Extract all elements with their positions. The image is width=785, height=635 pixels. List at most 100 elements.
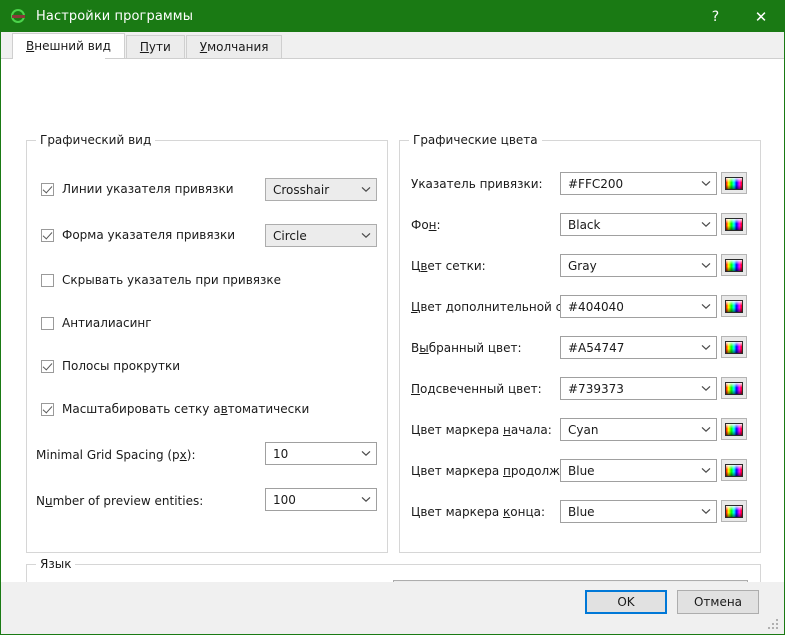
label-color-grid: Цвет сетки: — [411, 259, 486, 273]
checkbox-snap-lines-label: Линии указателя привязки — [62, 182, 234, 196]
color-picker-icon — [725, 177, 743, 190]
chevron-down-icon — [356, 186, 376, 193]
checkbox-row-snap-lines[interactable]: Линии указателя привязки — [41, 182, 234, 196]
combo-color-highlighted[interactable]: #739373 — [560, 377, 717, 400]
chevron-down-icon — [696, 508, 716, 515]
cancel-button[interactable]: Отмена — [677, 590, 759, 614]
checkbox-snap-shape-label: Форма указателя привязки — [62, 228, 235, 242]
window-title: Настройки программы — [36, 9, 193, 24]
resize-grip[interactable] — [768, 619, 780, 631]
combo-color-background[interactable]: Black — [560, 213, 717, 236]
group-graphic-colors-legend: Графические цвета — [409, 133, 542, 147]
combo-snap-line-style[interactable]: Crosshair — [265, 178, 377, 201]
tab-bar: Внешний вид Пути Умолчания — [1, 32, 784, 58]
tab-appearance[interactable]: Внешний вид — [12, 33, 125, 58]
help-button[interactable]: ? — [693, 1, 738, 32]
combo-color-snap-pointer[interactable]: #FFC200 — [560, 172, 717, 195]
color-picker-icon — [725, 259, 743, 272]
tab-defaults[interactable]: Умолчания — [186, 35, 283, 58]
checkbox-hide-cursor[interactable] — [41, 274, 54, 287]
color-picker-icon — [725, 382, 743, 395]
checkbox-antialiasing-label: Антиалиасинг — [62, 316, 152, 330]
chevron-down-icon — [696, 385, 716, 392]
combo-color-start-handle-value: Cyan — [561, 423, 696, 437]
tab-paths[interactable]: Пути — [126, 35, 185, 58]
combo-snap-shape[interactable]: Circle — [265, 224, 377, 247]
color-picker-button-middle-handle[interactable] — [721, 459, 747, 481]
combo-color-background-value: Black — [561, 218, 696, 232]
chevron-down-icon — [696, 221, 716, 228]
combo-color-grid-value: Gray — [561, 259, 696, 273]
combo-color-selected-value: #A54747 — [561, 341, 696, 355]
ok-button[interactable]: OK — [585, 590, 667, 614]
color-picker-button-start-handle[interactable] — [721, 418, 747, 440]
checkbox-antialiasing[interactable] — [41, 317, 54, 330]
checkbox-row-snap-shape[interactable]: Форма указателя привязки — [41, 228, 235, 242]
checkbox-row-auto-scale-grid[interactable]: Масштабировать сетку автоматически — [41, 402, 309, 416]
checkbox-scrollbars[interactable] — [41, 360, 54, 373]
settings-dialog-window: Настройки программы ? ✕ Внешний вид Пути… — [0, 0, 785, 635]
combo-color-end-handle[interactable]: Blue — [560, 500, 717, 523]
color-picker-button-snap-pointer[interactable] — [721, 172, 747, 194]
chevron-down-icon — [356, 450, 376, 457]
combo-preview-entities-value: 100 — [266, 493, 356, 507]
checkbox-row-hide-cursor[interactable]: Скрывать указатель при привязке — [41, 273, 281, 287]
group-graphic-view-legend: Графический вид — [36, 133, 155, 147]
label-minimal-grid-spacing: Minimal Grid Spacing (px): — [36, 448, 196, 462]
color-picker-button-grid[interactable] — [721, 254, 747, 276]
combo-color-start-handle[interactable]: Cyan — [560, 418, 717, 441]
combo-color-meta-grid[interactable]: #404040 — [560, 295, 717, 318]
checkbox-snap-shape[interactable] — [41, 229, 54, 242]
combo-color-middle-handle[interactable]: Blue — [560, 459, 717, 482]
checkbox-hide-cursor-label: Скрывать указатель при привязке — [62, 273, 281, 287]
label-color-start-handle: Цвет маркера начала: — [411, 423, 552, 437]
color-picker-icon — [725, 423, 743, 436]
combo-snap-shape-value: Circle — [266, 229, 356, 243]
label-preview-entities: Number of preview entities: — [36, 494, 203, 508]
chevron-down-icon — [696, 303, 716, 310]
color-picker-icon — [725, 300, 743, 313]
label-color-snap-pointer: Указатель привязки: — [411, 177, 543, 191]
tab-content-appearance: Графический вид Линии указателя привязки… — [1, 58, 784, 634]
app-logo-icon — [10, 8, 28, 26]
combo-minimal-grid-spacing-value: 10 — [266, 447, 356, 461]
window-controls: ? ✕ — [693, 1, 784, 32]
chevron-down-icon — [696, 426, 716, 433]
checkbox-auto-scale-grid[interactable] — [41, 403, 54, 416]
checkbox-row-scrollbars[interactable]: Полосы прокрутки — [41, 359, 180, 373]
combo-minimal-grid-spacing[interactable]: 10 — [265, 442, 377, 465]
label-color-background: Фон: — [411, 218, 441, 232]
color-picker-button-highlighted[interactable] — [721, 377, 747, 399]
combo-color-snap-pointer-value: #FFC200 — [561, 177, 696, 191]
color-picker-button-selected[interactable] — [721, 336, 747, 358]
color-picker-icon — [725, 218, 743, 231]
chevron-down-icon — [356, 496, 376, 503]
chevron-down-icon — [696, 262, 716, 269]
combo-snap-line-style-value: Crosshair — [266, 183, 356, 197]
chevron-down-icon — [696, 180, 716, 187]
label-color-highlighted: Подсвеченный цвет: — [411, 382, 542, 396]
title-bar: Настройки программы ? ✕ — [1, 1, 784, 32]
color-picker-button-meta-grid[interactable] — [721, 295, 747, 317]
color-picker-icon — [725, 464, 743, 477]
checkbox-scrollbars-label: Полосы прокрутки — [62, 359, 180, 373]
color-picker-icon — [725, 341, 743, 354]
color-picker-button-end-handle[interactable] — [721, 500, 747, 522]
checkbox-snap-lines[interactable] — [41, 183, 54, 196]
checkbox-auto-scale-grid-label: Масштабировать сетку автоматически — [62, 402, 309, 416]
checkbox-row-antialiasing[interactable]: Антиалиасинг — [41, 316, 152, 330]
chevron-down-icon — [696, 467, 716, 474]
combo-color-end-handle-value: Blue — [561, 505, 696, 519]
combo-color-grid[interactable]: Gray — [560, 254, 717, 277]
chevron-down-icon — [696, 344, 716, 351]
combo-preview-entities[interactable]: 100 — [265, 488, 377, 511]
label-color-end-handle: Цвет маркера конца: — [411, 505, 545, 519]
close-button[interactable]: ✕ — [738, 1, 784, 32]
dialog-footer: OK Отмена — [1, 582, 784, 634]
combo-color-highlighted-value: #739373 — [561, 382, 696, 396]
combo-color-meta-grid-value: #404040 — [561, 300, 696, 314]
chevron-down-icon — [356, 232, 376, 239]
combo-color-selected[interactable]: #A54747 — [560, 336, 717, 359]
label-color-selected: Выбранный цвет: — [411, 341, 522, 355]
color-picker-button-background[interactable] — [721, 213, 747, 235]
